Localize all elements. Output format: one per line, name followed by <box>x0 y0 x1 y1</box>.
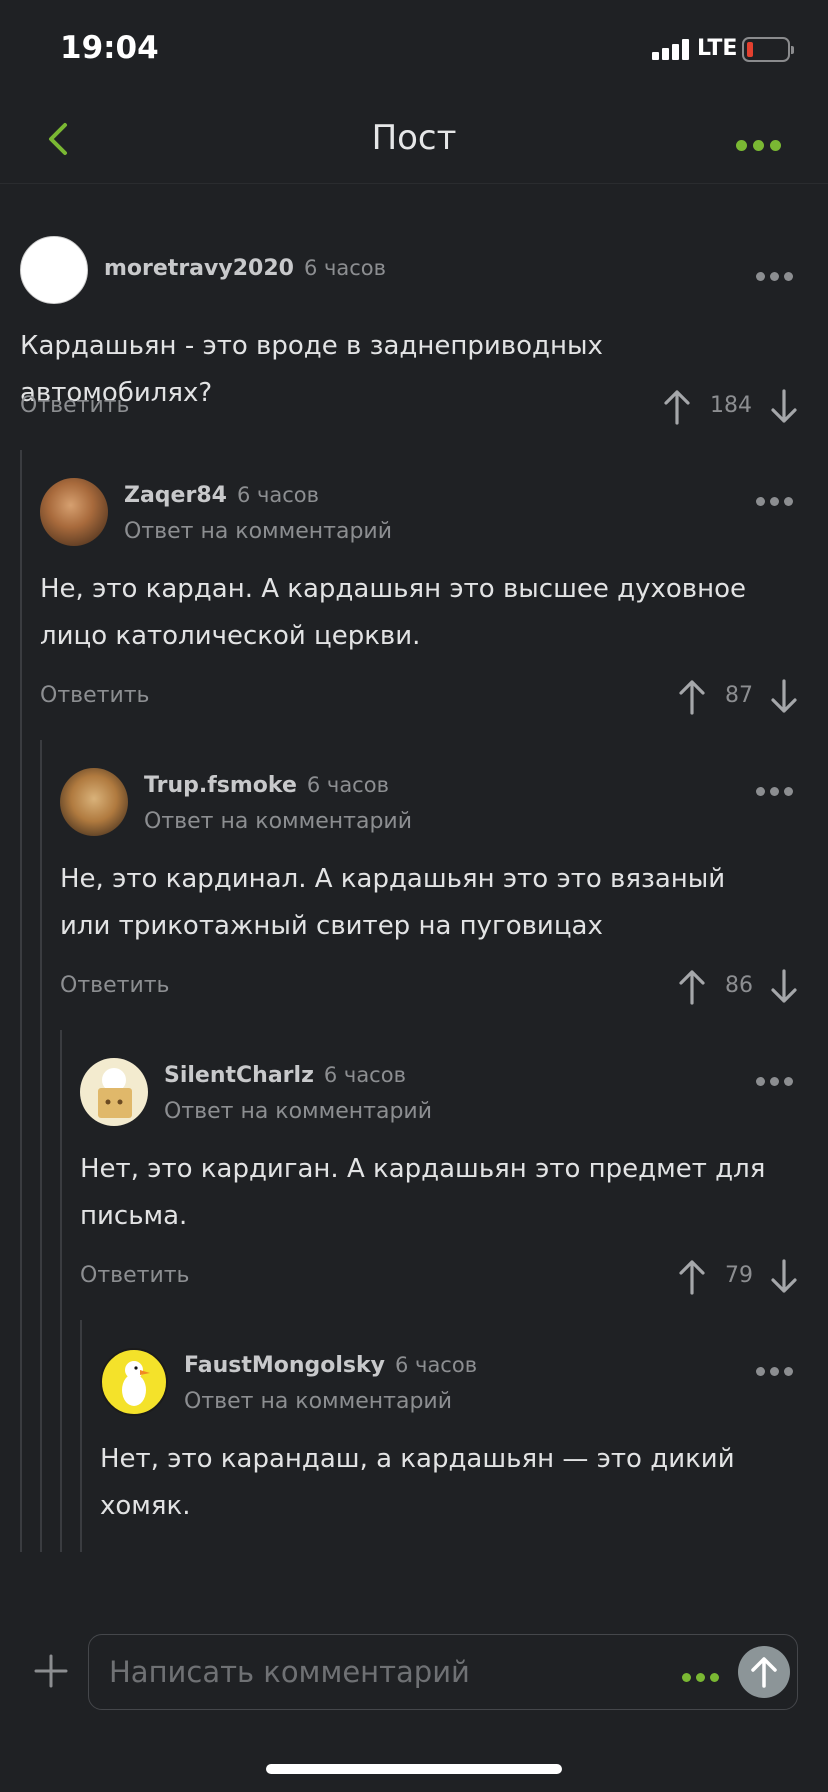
status-time: 19:04 <box>60 30 159 66</box>
vote-widget: 184 <box>660 389 800 425</box>
avatar[interactable] <box>100 1348 168 1416</box>
author-name[interactable]: FaustMongolsky <box>184 1353 385 1378</box>
avatar[interactable] <box>40 478 108 546</box>
battery-icon <box>742 37 794 62</box>
comment-text: Нет, это карандаш, а кардашьян — это дик… <box>100 1444 735 1521</box>
comment-time: 6 часов <box>395 1353 478 1377</box>
comment: FaustMongolsky 6 часов Ответ на комментар… <box>0 1348 800 1552</box>
reply-button[interactable]: Ответить <box>40 683 150 708</box>
comment: Trup.fsmoke 6 часов Ответ на комментарий … <box>0 768 800 1018</box>
author-name[interactable]: Trup.fsmoke <box>144 773 297 798</box>
vote-count: 79 <box>725 1263 753 1288</box>
author-name[interactable]: Zaqer84 <box>124 483 227 508</box>
vote-widget: 86 <box>675 969 800 1005</box>
reply-to-label[interactable]: Ответ на комментарий <box>184 1389 452 1414</box>
avatar[interactable] <box>20 236 88 304</box>
send-arrow-icon <box>751 1657 777 1688</box>
network-label: LTE <box>697 36 738 61</box>
arrow-down-icon[interactable] <box>769 1259 799 1295</box>
comment: Zaqer84 6 часов Ответ на комментарий Не, … <box>0 478 800 728</box>
comment-author[interactable]: moretravy2020 6 часов <box>104 256 386 281</box>
avatar[interactable] <box>60 768 128 836</box>
arrow-up-icon[interactable] <box>677 969 707 1005</box>
more-dots-icon <box>756 1361 798 1380</box>
reply-button[interactable]: Ответить <box>60 973 170 998</box>
comment-time: 6 часов <box>323 1063 406 1087</box>
plus-icon[interactable] <box>34 1654 68 1688</box>
comment-input[interactable]: Написать комментарий <box>88 1634 798 1710</box>
comment-author[interactable]: FaustMongolsky 6 часов <box>184 1353 477 1378</box>
comment-options-button[interactable] <box>756 491 802 511</box>
more-dots-icon <box>756 781 798 800</box>
more-dots-icon <box>756 1071 798 1090</box>
comment-time: 6 часов <box>236 483 320 507</box>
vote-count: 86 <box>725 973 753 998</box>
arrow-down-icon[interactable] <box>769 969 799 1005</box>
page-title: Пост <box>371 118 457 158</box>
comment-author[interactable]: Zaqer84 6 часов <box>124 483 319 508</box>
more-dots-icon <box>736 136 787 155</box>
nav-bar: Пост <box>0 96 828 184</box>
avatar[interactable] <box>80 1058 148 1126</box>
goose-avatar-icon <box>122 1361 150 1406</box>
more-dots-icon[interactable] <box>682 1667 724 1686</box>
comment-time: 6 часов <box>306 773 389 797</box>
comment-author[interactable]: Trup.fsmoke 6 часов <box>144 773 389 798</box>
comment-options-button[interactable] <box>756 1361 800 1381</box>
arrow-up-icon[interactable] <box>677 679 707 715</box>
reply-to-label[interactable]: Ответ на комментарий <box>164 1099 432 1124</box>
chef-avatar-icon <box>98 1068 132 1118</box>
reply-button[interactable]: Ответить <box>80 1263 190 1288</box>
comment: SilentCharlz 6 часов Ответ на комментарий… <box>0 1058 800 1308</box>
reply-to-label[interactable]: Ответ на комментарий <box>144 809 412 834</box>
comment-text: Не, это кардинал. А кардашьян это это вя… <box>60 864 726 941</box>
arrow-up-icon[interactable] <box>677 1259 707 1295</box>
signal-icon <box>652 38 690 60</box>
arrow-down-icon[interactable] <box>769 389 799 425</box>
author-name[interactable]: SilentCharlz <box>164 1063 314 1088</box>
comment-options-button[interactable] <box>756 1071 802 1091</box>
vote-count: 184 <box>710 393 752 418</box>
more-dots-icon <box>756 491 798 510</box>
status-bar: 19:04 LTE <box>0 0 828 96</box>
reply-to-label[interactable]: Ответ на комментарий <box>124 519 392 544</box>
comment-input-placeholder: Написать комментарий <box>109 1655 470 1689</box>
author-name[interactable]: moretravy2020 <box>104 256 294 281</box>
comment-text: Нет, это кардиган. А кардашьян это предм… <box>80 1154 766 1231</box>
vote-widget: 79 <box>675 1259 800 1295</box>
arrow-up-icon[interactable] <box>662 389 692 425</box>
comment-options-button[interactable] <box>756 781 802 801</box>
vote-widget: 87 <box>675 679 800 715</box>
comment-author[interactable]: SilentCharlz 6 часов <box>164 1063 406 1088</box>
more-dots-icon <box>756 266 798 285</box>
arrow-down-icon[interactable] <box>769 679 799 715</box>
home-indicator <box>266 1764 562 1774</box>
send-button[interactable] <box>738 1646 790 1698</box>
more-button[interactable] <box>730 122 790 158</box>
comment-text: Не, это кардан. А кардашьян это высшее д… <box>40 574 747 651</box>
comment: moretravy2020 6 часов Кардашьян - это вро… <box>0 236 800 436</box>
comment-options-button[interactable] <box>756 266 802 286</box>
vote-count: 87 <box>725 683 753 708</box>
comment-time: 6 часов <box>303 256 387 280</box>
reply-button[interactable]: Ответить <box>20 393 130 418</box>
